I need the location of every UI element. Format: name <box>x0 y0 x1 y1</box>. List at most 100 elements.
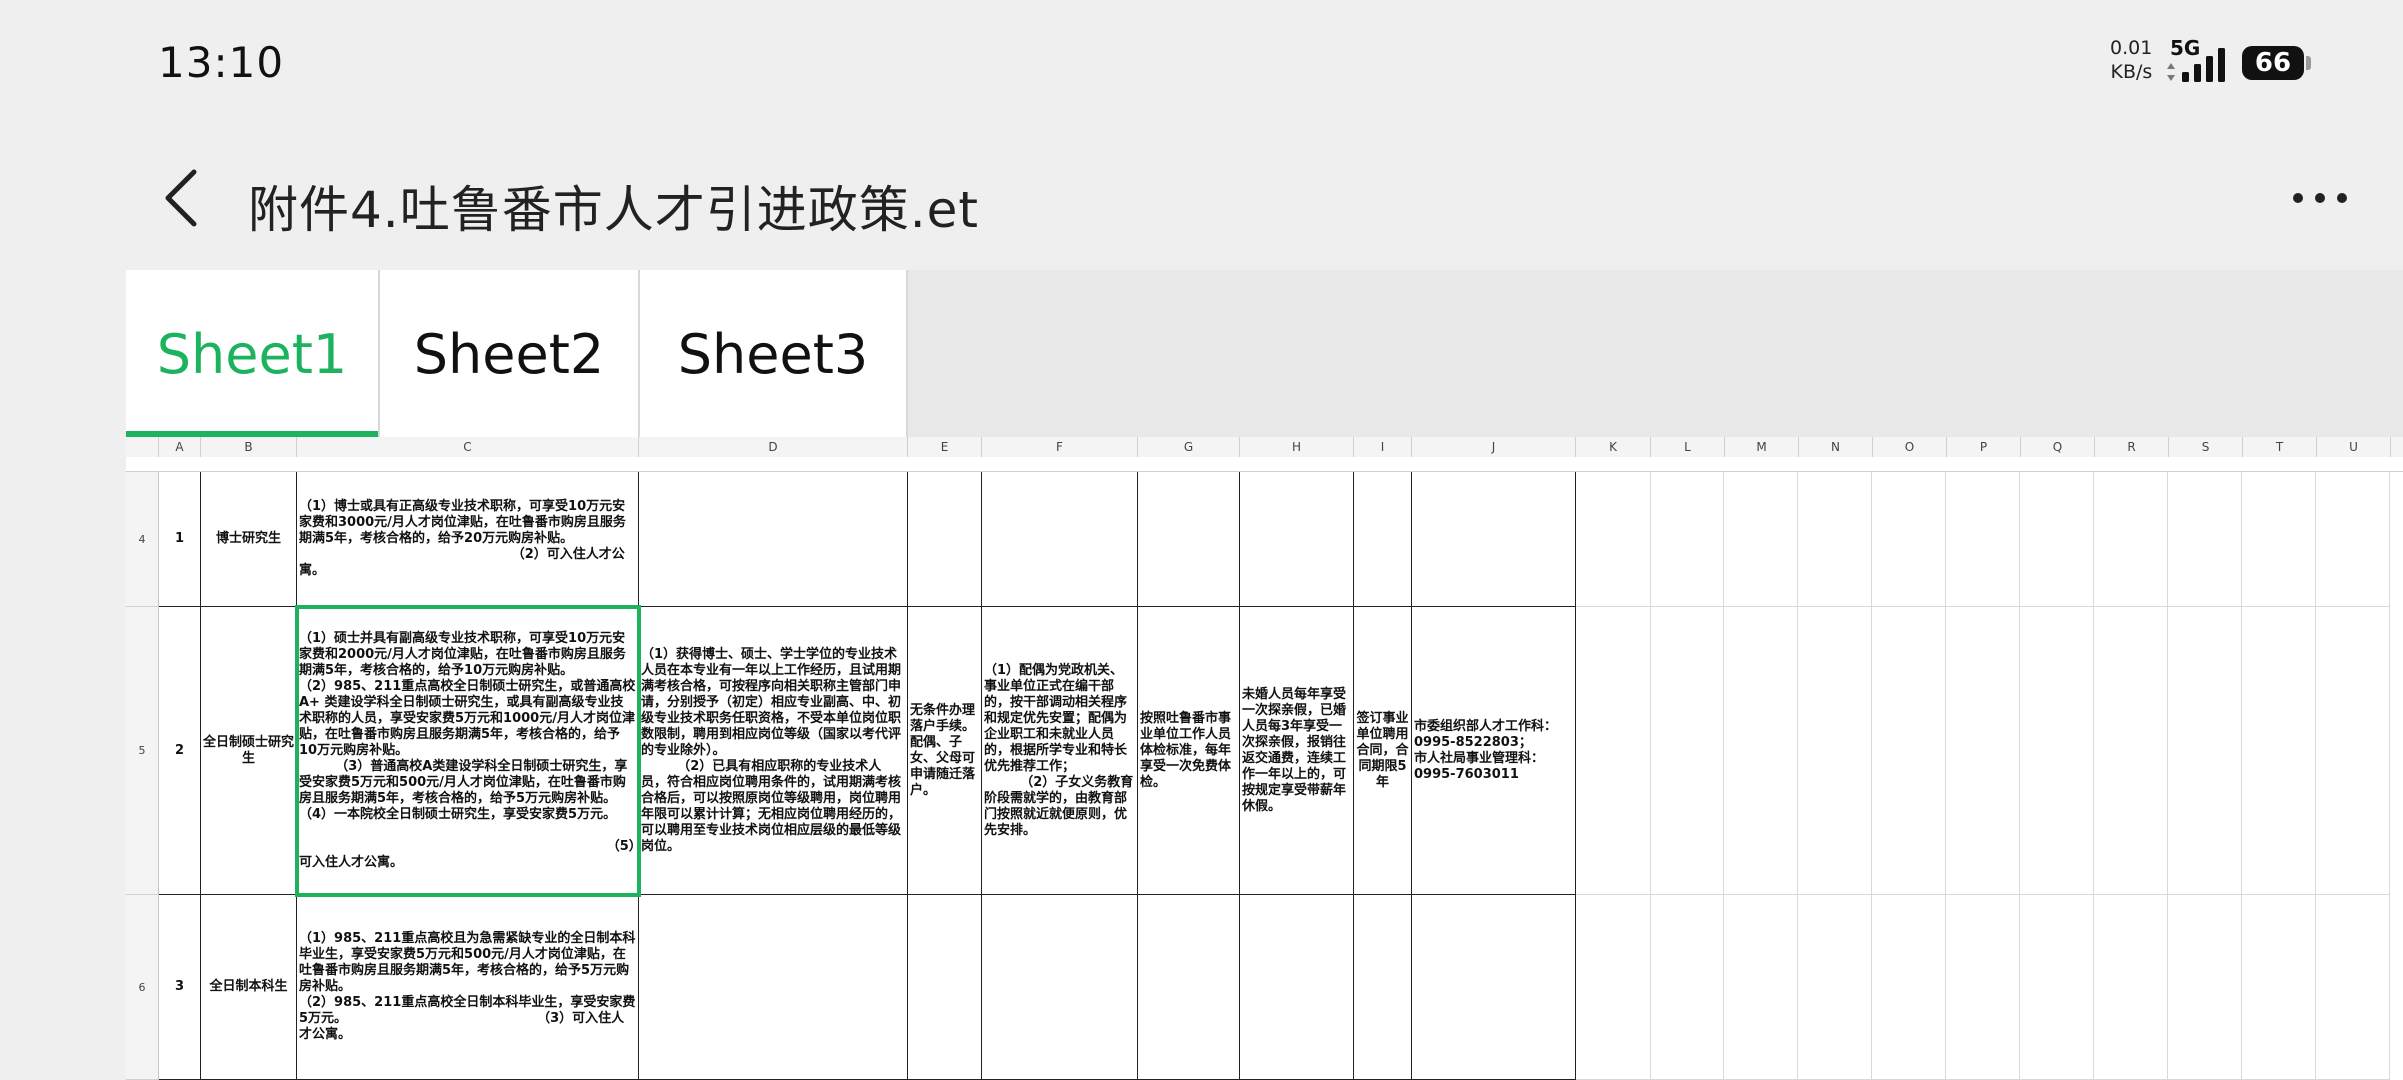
column-header-c[interactable]: C <box>297 437 639 457</box>
empty-cell[interactable] <box>2094 895 2168 1080</box>
empty-cell[interactable] <box>2168 472 2242 607</box>
empty-cell[interactable] <box>1576 895 1651 1080</box>
empty-cell[interactable] <box>1798 895 1872 1080</box>
column-header-j[interactable]: J <box>1412 437 1576 457</box>
cell-g5-text: 按照吐鲁番市事业单位工作人员体检标准，每年享受一次免费体检。 <box>1140 710 1232 790</box>
column-header-k[interactable]: K <box>1576 437 1651 457</box>
spreadsheet-grid[interactable]: A B C D E F G H I J K L M N O P Q R S T … <box>126 437 2403 1080</box>
cell-f4[interactable] <box>982 472 1138 607</box>
cell-d5[interactable]: （1）获得博士、硕士、学士学位的专业技术人员在本专业有一年以上工作经历，且试用期… <box>639 607 908 895</box>
tab-sheet3[interactable]: Sheet3 <box>640 270 908 437</box>
empty-cell[interactable] <box>1872 895 1946 1080</box>
empty-cell[interactable] <box>1724 472 1798 607</box>
empty-cell[interactable] <box>1650 607 1724 895</box>
empty-cell[interactable] <box>1724 607 1798 895</box>
cell-j6[interactable] <box>1412 895 1576 1080</box>
battery-percent: 66 <box>2254 48 2292 78</box>
cell-h6[interactable] <box>1240 895 1354 1080</box>
column-header-m[interactable]: M <box>1725 437 1799 457</box>
empty-cell[interactable] <box>1576 472 1651 607</box>
tab-label: Sheet1 <box>156 323 348 386</box>
column-header-g[interactable]: G <box>1138 437 1240 457</box>
cell-h4[interactable] <box>1240 472 1354 607</box>
cell-c6-text: （1）985、211重点高校且为急需紧缺专业的全日制本科毕业生，享受安家费5万元… <box>299 931 636 1042</box>
cell-b4[interactable]: 博士研究生 <box>201 472 297 607</box>
row-header-6[interactable]: 6 <box>126 895 159 1080</box>
cell-c6[interactable]: （1）985、211重点高校且为急需紧缺专业的全日制本科毕业生，享受安家费5万元… <box>297 895 639 1080</box>
tab-sheet2[interactable]: Sheet2 <box>380 270 640 437</box>
cell-i5[interactable]: 签订事业单位聘用合同，合同期限5年 <box>1354 607 1412 895</box>
cell-d4[interactable] <box>639 472 908 607</box>
column-header-e[interactable]: E <box>908 437 982 457</box>
cell-f5[interactable]: （1）配偶为党政机关、事业单位正式在编干部的，按干部调动相关程序和规定优先安置；… <box>982 607 1138 895</box>
empty-cell[interactable] <box>2242 472 2316 607</box>
column-header-t[interactable]: T <box>2243 437 2317 457</box>
cell-a4[interactable]: 1 <box>159 472 201 607</box>
cell-c4[interactable]: （1）博士或具有正高级专业技术职称，可享受10万元安家费和3000元/月人才岗位… <box>297 472 639 607</box>
empty-cell[interactable] <box>2094 472 2168 607</box>
cell-a6[interactable]: 3 <box>159 895 201 1080</box>
empty-cell[interactable] <box>1650 472 1724 607</box>
column-header-r[interactable]: R <box>2095 437 2169 457</box>
empty-cell[interactable] <box>1872 472 1946 607</box>
empty-cell[interactable] <box>1946 895 2020 1080</box>
cell-d6[interactable] <box>639 895 908 1080</box>
corner-header[interactable] <box>126 437 159 457</box>
empty-cell[interactable] <box>1650 895 1724 1080</box>
row-header-4[interactable]: 4 <box>126 472 159 607</box>
back-arrow-icon[interactable] <box>162 168 200 228</box>
empty-cell[interactable] <box>2020 895 2094 1080</box>
cell-e4[interactable] <box>908 472 982 607</box>
cell-c5[interactable]: （1）硕士并具有副高级专业技术职称，可享受10万元安家费和2000元/月人才岗位… <box>297 607 639 895</box>
empty-cell[interactable] <box>1946 607 2020 895</box>
empty-cell[interactable] <box>2020 472 2094 607</box>
cell-e5[interactable]: 无条件办理落户手续。配偶、子女、父母可申请随迁落户。 <box>908 607 982 895</box>
empty-cell[interactable] <box>2168 895 2242 1080</box>
cell-i4[interactable] <box>1354 472 1412 607</box>
column-header-u[interactable]: U <box>2317 437 2391 457</box>
cell-f6[interactable] <box>982 895 1138 1080</box>
empty-cell[interactable] <box>1576 607 1651 895</box>
column-header-p[interactable]: P <box>1947 437 2021 457</box>
cell-e6[interactable] <box>908 895 982 1080</box>
column-header-s[interactable]: S <box>2169 437 2243 457</box>
tab-sheet1[interactable]: Sheet1 <box>126 270 380 437</box>
row-header-5[interactable]: 5 <box>126 607 159 895</box>
empty-cell[interactable] <box>1798 472 1872 607</box>
column-header-d[interactable]: D <box>639 437 908 457</box>
column-header-i[interactable]: I <box>1354 437 1412 457</box>
empty-cell[interactable] <box>1946 472 2020 607</box>
column-header-f[interactable]: F <box>982 437 1138 457</box>
column-header-n[interactable]: N <box>1799 437 1873 457</box>
empty-cell[interactable] <box>1798 607 1872 895</box>
column-header-q[interactable]: Q <box>2021 437 2095 457</box>
column-header-b[interactable]: B <box>201 437 297 457</box>
empty-cell[interactable] <box>2242 895 2316 1080</box>
empty-cell[interactable] <box>2316 472 2390 607</box>
empty-cell[interactable] <box>1724 895 1798 1080</box>
cell-j4[interactable] <box>1412 472 1576 607</box>
more-dots-icon[interactable] <box>2290 190 2350 206</box>
empty-cell[interactable] <box>2094 607 2168 895</box>
cell-h5[interactable]: 未婚人员每年享受一次探亲假，已婚人员每3年享受一次探亲假，报销往返交通费，连续工… <box>1240 607 1354 895</box>
empty-cell[interactable] <box>2242 607 2316 895</box>
cell-g6[interactable] <box>1138 895 1240 1080</box>
empty-cell[interactable] <box>2316 607 2390 895</box>
empty-cell[interactable] <box>2168 607 2242 895</box>
cell-g4[interactable] <box>1138 472 1240 607</box>
column-header-o[interactable]: O <box>1873 437 1947 457</box>
cell-j5[interactable]: 市委组织部人才工作科：0995-8522803； 市人社局事业管理科：0995-… <box>1412 607 1576 895</box>
cell-b5[interactable]: 全日制硕士研究生 <box>201 607 297 895</box>
column-header-h[interactable]: H <box>1240 437 1354 457</box>
cell-a5[interactable]: 2 <box>159 607 201 895</box>
column-header-a[interactable]: A <box>159 437 201 457</box>
cell-b6[interactable]: 全日制本科生 <box>201 895 297 1080</box>
cell-d5-text: （1）获得博士、硕士、学士学位的专业技术人员在本专业有一年以上工作经历，且试用期… <box>641 646 902 854</box>
cell-i6[interactable] <box>1354 895 1412 1080</box>
empty-cell[interactable] <box>1872 607 1946 895</box>
empty-cell[interactable] <box>2316 895 2390 1080</box>
column-header-l[interactable]: L <box>1651 437 1725 457</box>
status-time: 13:10 <box>158 38 285 87</box>
cell-g5[interactable]: 按照吐鲁番市事业单位工作人员体检标准，每年享受一次免费体检。 <box>1138 607 1240 895</box>
empty-cell[interactable] <box>2020 607 2094 895</box>
